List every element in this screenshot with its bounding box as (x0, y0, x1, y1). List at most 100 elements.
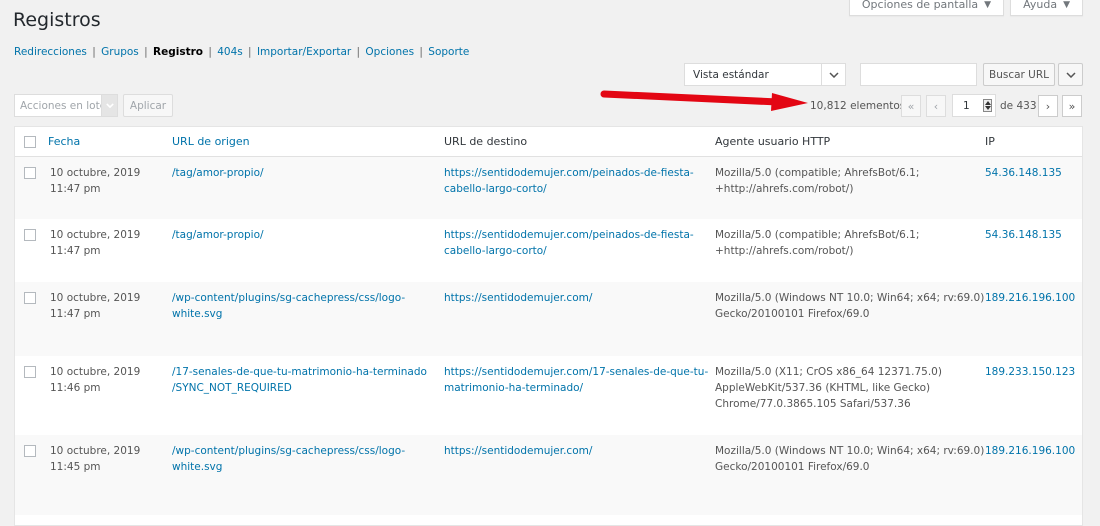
subnav-support[interactable]: Soporte (428, 46, 469, 58)
user-agent-text-line: Gecko/20100101 Firefox/69.0 (715, 461, 870, 473)
row-date: 10 octubre, 2019 11:47 pm (50, 165, 140, 197)
select-all-checkbox[interactable] (24, 136, 36, 148)
spinner-icon[interactable] (983, 99, 992, 112)
help-tab[interactable]: Ayuda ▼ (1010, 0, 1083, 16)
subnav-import-export[interactable]: Importar/Exportar (257, 46, 351, 58)
column-date[interactable]: Fecha (48, 135, 80, 148)
user-agent-text-line: Mozilla/5.0 (compatible; AhrefsBot/6.1; (715, 167, 920, 179)
view-select-value: Vista estándar (693, 68, 769, 81)
source-url-link[interactable]: /wp-content/plugins/sg-cachepress/css/lo… (172, 443, 405, 475)
row-date: 10 octubre, 2019 11:45 pm (50, 443, 140, 475)
target-url-link[interactable]: https://sentidodemujer.com/17-senales-de… (444, 364, 708, 396)
ip-link[interactable]: 189.233.150.123 (985, 366, 1075, 378)
user-agent-text-line: Mozilla/5.0 (compatible; AhrefsBot/6.1; (715, 229, 920, 241)
row-date: 10 octubre, 2019 (50, 366, 141, 378)
page-title: Registros (13, 9, 101, 31)
user-agent-text-line: Mozilla/5.0 (X11; CrOS x86_64 12371.75.0… (715, 366, 942, 378)
source-url-link-line[interactable]: white.svg (172, 459, 405, 475)
source-url-link-line[interactable]: /17-senales-de-que-tu-matrimonio-ha-term… (172, 364, 427, 380)
user-agent-text-line: Mozilla/5.0 (Windows NT 10.0; Win64; x64… (715, 445, 985, 457)
source-url-link[interactable]: /17-senales-de-que-tu-matrimonio-ha-term… (172, 364, 427, 396)
source-url-link-line[interactable]: /wp-content/plugins/sg-cachepress/css/lo… (172, 443, 405, 459)
user-agent-text-line: Gecko/20100101 Firefox/69.0 (715, 308, 870, 320)
subnav-separator: | (416, 46, 427, 58)
user-agent-text-line: +http://ahrefs.com/robot/) (715, 183, 854, 195)
target-url-link-line[interactable]: https://sentidodemujer.com/ (444, 290, 592, 306)
subnav-log[interactable]: Registro (153, 46, 203, 58)
target-url-link-line[interactable]: https://sentidodemujer.com/peinados-de-f… (444, 227, 694, 243)
source-url-link-line[interactable]: /SYNC_NOT_REQUIRED (172, 380, 427, 396)
last-page-button[interactable]: » (1062, 95, 1082, 117)
target-url-link[interactable]: https://sentidodemujer.com/ (444, 290, 592, 306)
total-pages: de 433 (1000, 100, 1037, 112)
row-time: 11:45 pm (50, 461, 101, 473)
search-url-button[interactable]: Buscar URL (983, 63, 1055, 86)
bulk-actions-select[interactable]: Acciones en lote (14, 94, 118, 117)
search-url-input[interactable] (860, 63, 977, 86)
table-row: 10 octubre, 2019 11:47 pm/tag/amor-propio… (15, 219, 1082, 282)
next-page-button[interactable]: › (1038, 95, 1058, 117)
ip-link[interactable]: 54.36.148.135 (985, 229, 1062, 241)
ip-link[interactable]: 189.216.196.100 (985, 445, 1075, 457)
column-target-url: URL de destino (444, 135, 528, 148)
subnav-groups[interactable]: Grupos (101, 46, 139, 58)
subnav-404s[interactable]: 404s (217, 46, 243, 58)
ip-link[interactable]: 189.216.196.100 (985, 292, 1075, 304)
current-page-value: 1 (963, 99, 970, 112)
table-row: 10 octubre, 2019 11:47 pm/wp-content/plug… (15, 282, 1082, 356)
table-row: 10 octubre, 2019 11:47 pm/tag/amor-propio… (15, 157, 1082, 219)
first-page-button[interactable]: « (901, 95, 921, 117)
caret-down-icon: ▼ (1063, 0, 1070, 10)
target-url-link-line[interactable]: https://sentidodemujer.com/peinados-de-f… (444, 165, 694, 181)
column-source-url[interactable]: URL de origen (172, 135, 250, 148)
row-date: 10 octubre, 2019 11:46 pm (50, 364, 140, 396)
source-url-link-line[interactable]: /tag/amor-propio/ (172, 165, 264, 181)
subnav-options[interactable]: Opciones (365, 46, 414, 58)
source-url-link-line[interactable]: /wp-content/plugins/sg-cachepress/css/lo… (172, 290, 405, 306)
target-url-link-line[interactable]: cabello-largo-corto/ (444, 243, 694, 259)
row-date: 10 octubre, 2019 (50, 229, 141, 241)
target-url-link[interactable]: https://sentidodemujer.com/ (444, 443, 592, 459)
apply-button[interactable]: Aplicar (123, 94, 173, 117)
screen-meta-tabs: Opciones de pantalla ▼ Ayuda ▼ (848, 0, 1083, 16)
row-checkbox[interactable] (24, 366, 36, 378)
row-checkbox[interactable] (24, 167, 36, 179)
target-url-link-line[interactable]: cabello-largo-corto/ (444, 181, 694, 197)
search-dropdown-button[interactable] (1058, 63, 1083, 86)
subnav-separator: | (140, 46, 151, 58)
source-url-link[interactable]: /tag/amor-propio/ (172, 227, 264, 243)
source-url-link-line[interactable]: /tag/amor-propio/ (172, 227, 264, 243)
row-time: 11:47 pm (50, 308, 101, 320)
row-ip: 54.36.148.135 (985, 165, 1062, 181)
subnav-separator: | (88, 46, 100, 58)
row-date: 10 octubre, 2019 11:47 pm (50, 227, 140, 259)
target-url-link-line[interactable]: https://sentidodemujer.com/17-senales-de… (444, 364, 708, 380)
row-ip: 54.36.148.135 (985, 227, 1062, 243)
source-url-link[interactable]: /tag/amor-propio/ (172, 165, 264, 181)
screen-options-tab[interactable]: Opciones de pantalla ▼ (848, 0, 1005, 16)
target-url-link-line[interactable]: https://sentidodemujer.com/ (444, 443, 592, 459)
row-ip: 189.216.196.100 (985, 290, 1075, 306)
table-header: Fecha URL de origen URL de destino Agent… (15, 127, 1082, 157)
subnav-redirects[interactable]: Redirecciones (14, 46, 87, 58)
subsubsub-nav: Redirecciones | Grupos | Registro | 404s… (14, 46, 469, 58)
target-url-link[interactable]: https://sentidodemujer.com/peinados-de-f… (444, 227, 694, 259)
prev-page-button[interactable]: ‹ (926, 95, 946, 117)
row-ip: 189.233.150.123 (985, 364, 1075, 380)
row-date: 10 octubre, 2019 (50, 292, 141, 304)
view-select[interactable]: Vista estándar (684, 63, 846, 86)
target-url-link[interactable]: https://sentidodemujer.com/peinados-de-f… (444, 165, 694, 197)
ip-link[interactable]: 54.36.148.135 (985, 167, 1062, 179)
user-agent-text: Mozilla/5.0 (compatible; AhrefsBot/6.1; +… (715, 227, 919, 259)
row-checkbox[interactable] (24, 292, 36, 304)
target-url-link-line[interactable]: matrimonio-ha-terminado/ (444, 380, 708, 396)
current-page-input[interactable]: 1 (952, 94, 996, 117)
row-checkbox[interactable] (24, 445, 36, 457)
row-checkbox[interactable] (24, 229, 36, 241)
source-url-link[interactable]: /wp-content/plugins/sg-cachepress/css/lo… (172, 290, 405, 322)
user-agent-text: Mozilla/5.0 (Windows NT 10.0; Win64; x64… (715, 443, 984, 475)
user-agent-text-line: Chrome/77.0.3865.105 Safari/537.36 (715, 398, 911, 410)
row-ip: 189.216.196.100 (985, 443, 1075, 459)
source-url-link-line[interactable]: white.svg (172, 306, 405, 322)
user-agent-text: Mozilla/5.0 (Windows NT 10.0; Win64; x64… (715, 290, 984, 322)
